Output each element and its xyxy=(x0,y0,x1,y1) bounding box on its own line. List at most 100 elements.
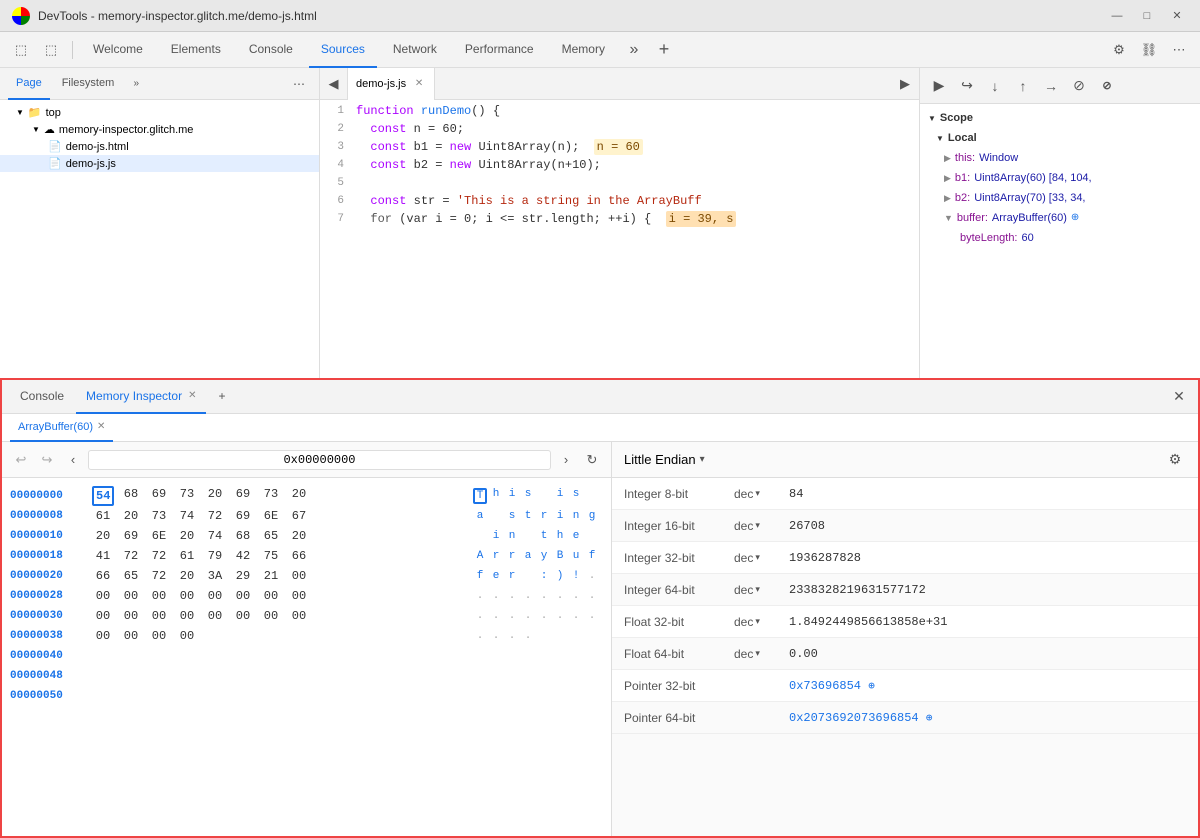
inspector-settings-button[interactable]: ⚙ xyxy=(1164,449,1186,471)
ascii-char[interactable]: ! xyxy=(569,570,583,582)
file-tab-close[interactable]: ✕ xyxy=(412,77,426,91)
ascii-char[interactable]: r xyxy=(505,570,519,582)
hex-byte[interactable]: 00 xyxy=(204,608,226,624)
ascii-char[interactable]: . xyxy=(553,590,567,602)
ascii-char[interactable]: t xyxy=(537,530,551,542)
hex-byte[interactable]: 65 xyxy=(260,528,282,544)
hex-byte[interactable]: 00 xyxy=(92,608,114,624)
hex-byte[interactable]: 20 xyxy=(288,486,310,506)
ascii-char[interactable]: . xyxy=(505,610,519,622)
ascii-char[interactable]: . xyxy=(489,610,503,622)
hex-byte[interactable]: 72 xyxy=(148,548,170,564)
ascii-char[interactable]: e xyxy=(569,530,583,542)
redo-button[interactable]: ↪ xyxy=(36,449,58,471)
ascii-char[interactable]: a xyxy=(473,510,487,522)
ascii-char[interactable]: . xyxy=(585,590,599,602)
tab-welcome[interactable]: Welcome xyxy=(81,32,155,68)
ascii-char[interactable]: r xyxy=(537,510,551,522)
undo-button[interactable]: ↩ xyxy=(10,449,32,471)
device-toggle-button[interactable]: ⬚ xyxy=(38,37,64,63)
ascii-char[interactable]: h xyxy=(489,488,503,504)
step-over-button[interactable]: ↪ xyxy=(954,73,980,99)
arraybuffer-tab-close[interactable]: ✕ xyxy=(97,421,105,432)
dont-pause-on-exceptions-button[interactable]: ⊘ xyxy=(1094,73,1120,99)
tree-item-html[interactable]: 📄 demo-js.html xyxy=(0,138,319,155)
ascii-char[interactable] xyxy=(521,570,535,582)
memory-inspector-close[interactable]: ✕ xyxy=(188,390,196,401)
ascii-char[interactable]: f xyxy=(473,570,487,582)
file-tab-back-button[interactable]: ◀ xyxy=(320,68,348,100)
ascii-char[interactable]: i xyxy=(505,488,519,504)
hex-byte[interactable]: 79 xyxy=(204,548,226,564)
ascii-char[interactable]: . xyxy=(473,630,487,642)
ascii-char[interactable]: . xyxy=(569,610,583,622)
hex-byte[interactable]: 00 xyxy=(176,628,198,644)
ascii-char[interactable]: A xyxy=(473,550,487,562)
hex-byte[interactable]: 75 xyxy=(260,548,282,564)
bottom-panel-close-button[interactable]: ✕ xyxy=(1168,386,1190,408)
ascii-char[interactable]: . xyxy=(473,590,487,602)
hex-byte[interactable]: 74 xyxy=(176,508,198,524)
tab-console[interactable]: Console xyxy=(237,32,305,68)
ascii-char[interactable]: . xyxy=(505,590,519,602)
ascii-char[interactable]: f xyxy=(585,550,599,562)
remote-devices-button[interactable]: ⛓ xyxy=(1136,37,1162,63)
hex-byte[interactable]: 00 xyxy=(204,588,226,604)
hex-byte[interactable]: 61 xyxy=(176,548,198,564)
hex-byte[interactable]: 73 xyxy=(176,486,198,506)
ascii-char[interactable]: r xyxy=(505,550,519,562)
hex-byte[interactable]: 00 xyxy=(120,588,142,604)
step-into-button[interactable]: ↓ xyxy=(982,73,1008,99)
hex-byte[interactable]: 73 xyxy=(148,508,170,524)
tab-performance[interactable]: Performance xyxy=(453,32,546,68)
ascii-char[interactable]: . xyxy=(521,630,535,642)
tab-sources[interactable]: Sources xyxy=(309,32,377,68)
ascii-char[interactable]: . xyxy=(537,610,551,622)
tab-memory-inspector[interactable]: Memory Inspector ✕ xyxy=(76,380,206,414)
deactivate-breakpoints-button[interactable]: ⊘ xyxy=(1066,73,1092,99)
hex-byte[interactable]: 41 xyxy=(92,548,114,564)
ascii-char[interactable]: r xyxy=(489,550,503,562)
tree-item-js[interactable]: 📄 demo-js.js xyxy=(0,155,319,172)
ascii-char[interactable]: . xyxy=(553,610,567,622)
ascii-char[interactable]: . xyxy=(569,590,583,602)
pointer-navigate-icon[interactable]: ⊕ xyxy=(868,681,875,693)
nav-forward-button[interactable]: › xyxy=(555,449,577,471)
hex-byte[interactable]: 61 xyxy=(92,508,114,524)
more-tabs-left-button[interactable]: » xyxy=(126,74,146,94)
hex-byte[interactable]: 29 xyxy=(232,568,254,584)
hex-byte[interactable]: 69 xyxy=(232,508,254,524)
hex-byte[interactable]: 68 xyxy=(120,486,142,506)
ascii-char[interactable]: n xyxy=(505,530,519,542)
endian-select[interactable]: Little Endian ▾ xyxy=(624,452,1164,467)
ascii-char[interactable]: . xyxy=(521,610,535,622)
hex-byte[interactable]: 73 xyxy=(260,486,282,506)
expand-icon[interactable]: ▼ xyxy=(944,210,953,226)
hex-byte[interactable]: 00 xyxy=(288,568,310,584)
inspector-format-int8[interactable]: dec▾ xyxy=(734,487,789,501)
ascii-char[interactable]: . xyxy=(585,610,599,622)
hex-byte[interactable]: 00 xyxy=(148,608,170,624)
ascii-char[interactable]: : xyxy=(537,570,551,582)
hex-byte[interactable]: 74 xyxy=(204,528,226,544)
hex-byte[interactable]: 00 xyxy=(120,628,142,644)
hex-byte[interactable]: 00 xyxy=(92,628,114,644)
ascii-char[interactable]: . xyxy=(505,630,519,642)
hex-byte[interactable]: 3A xyxy=(204,568,226,584)
expand-icon[interactable]: ▶ xyxy=(944,170,951,186)
tab-memory[interactable]: Memory xyxy=(550,32,617,68)
hex-byte[interactable]: 69 xyxy=(148,486,170,506)
hex-byte[interactable]: 00 xyxy=(176,588,198,604)
tab-elements[interactable]: Elements xyxy=(159,32,233,68)
tab-filesystem[interactable]: Filesystem xyxy=(54,68,123,100)
ascii-char[interactable]: s xyxy=(505,510,519,522)
hex-byte[interactable]: 6E xyxy=(148,528,170,544)
hex-byte[interactable]: 20 xyxy=(120,508,142,524)
hex-byte[interactable]: 65 xyxy=(120,568,142,584)
hex-byte[interactable]: 54 xyxy=(92,486,114,506)
expand-icon[interactable]: ▶ xyxy=(944,150,951,166)
ascii-char[interactable]: s xyxy=(569,488,583,504)
hex-byte[interactable]: 69 xyxy=(232,486,254,506)
hex-byte[interactable]: 69 xyxy=(120,528,142,544)
local-header[interactable]: ▼ Local xyxy=(920,128,1200,148)
